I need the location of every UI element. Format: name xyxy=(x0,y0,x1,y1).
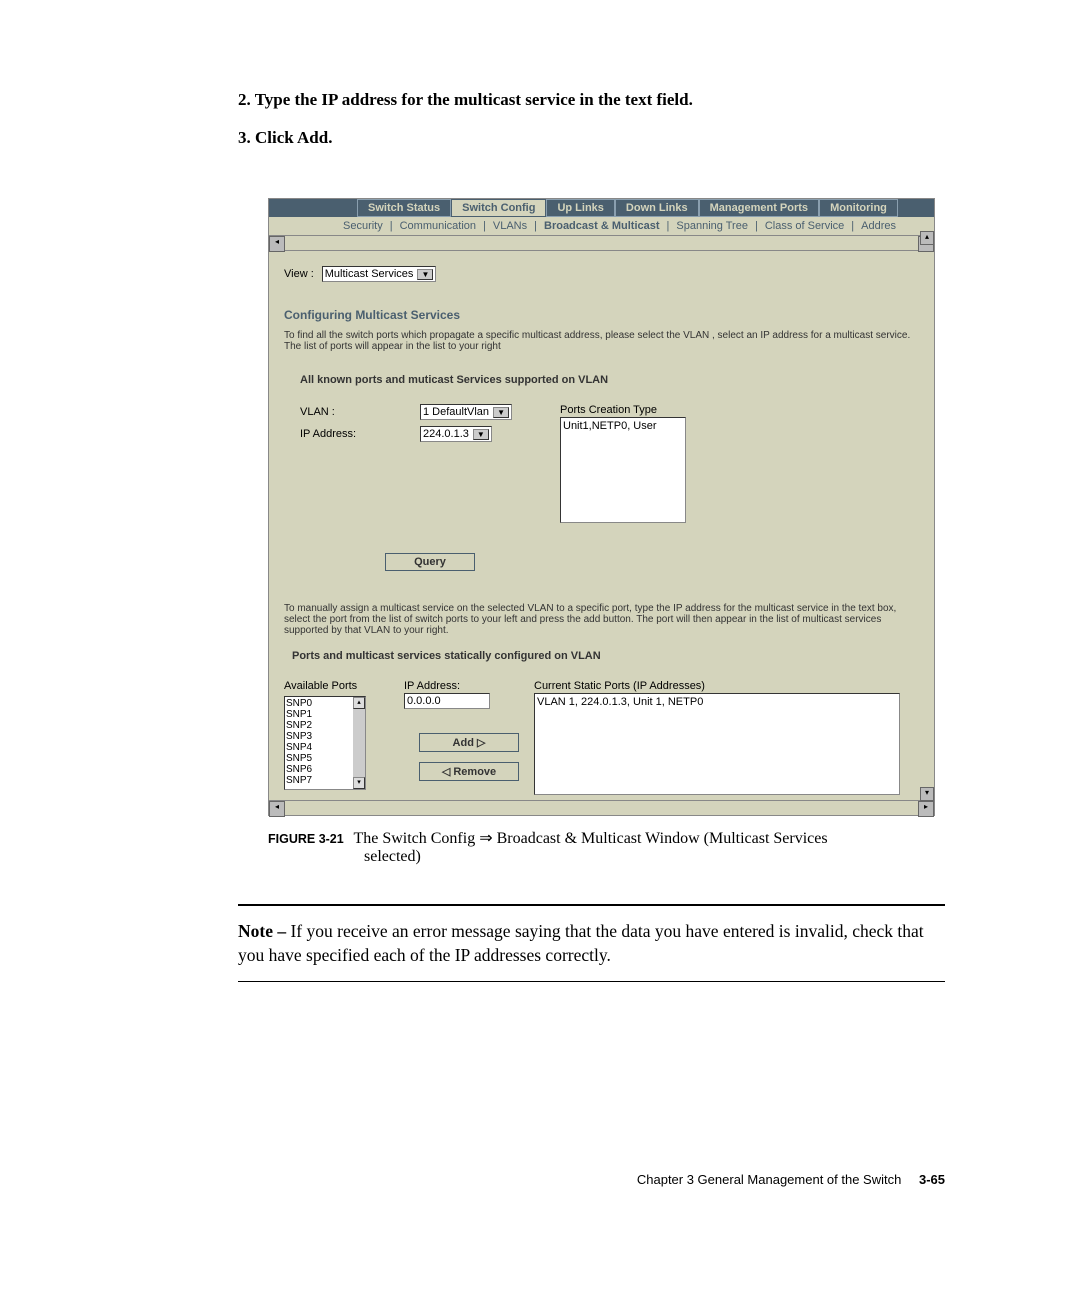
figure-text-line2: selected) xyxy=(364,848,421,866)
top-horizontal-scrollbar[interactable]: ◂ ▸ xyxy=(269,235,934,251)
chevron-down-icon: ▼ xyxy=(493,407,509,418)
tab-management-ports[interactable]: Management Ports xyxy=(699,199,819,217)
port-item[interactable]: SNP7 xyxy=(286,775,352,786)
port-item[interactable]: SNP2 xyxy=(286,720,352,731)
subtab-broadcast-multicast[interactable]: Broadcast & Multicast xyxy=(540,219,664,233)
info-text-2: To manually assign a multicast service o… xyxy=(284,603,919,636)
page-footer: Chapter 3 General Management of the Swit… xyxy=(238,1172,945,1187)
subtab-spanning-tree[interactable]: Spanning Tree xyxy=(672,219,752,233)
ip-address-label-2: IP Address: xyxy=(404,680,534,692)
port-item[interactable]: SNP3 xyxy=(286,731,352,742)
current-static-ports-listbox[interactable]: VLAN 1, 224.0.1.3, Unit 1, NETP0 xyxy=(534,693,900,795)
add-button[interactable]: Add ▷ xyxy=(419,733,519,752)
current-static-port-item: VLAN 1, 224.0.1.3, Unit 1, NETP0 xyxy=(537,696,897,708)
tab-down-links[interactable]: Down Links xyxy=(615,199,699,217)
chevron-down-icon: ▼ xyxy=(417,269,433,280)
scroll-up-icon[interactable]: ▴ xyxy=(353,697,365,709)
ip-select[interactable]: 224.0.1.3 ▼ xyxy=(420,426,492,442)
ip-address-input[interactable]: 0.0.0.0 xyxy=(404,693,490,709)
figure-text-line1: The Switch Config ⇒ Broadcast & Multicas… xyxy=(353,830,827,847)
step-3: 3. Click Add. xyxy=(238,128,945,148)
ports-creation-label: Ports Creation Type xyxy=(560,404,686,416)
scroll-left-icon[interactable]: ◂ xyxy=(269,236,285,252)
chevron-down-icon: ▼ xyxy=(473,429,489,440)
scroll-up-icon[interactable]: ▴ xyxy=(920,231,934,245)
tab-monitoring[interactable]: Monitoring xyxy=(819,199,898,217)
note-text: If you receive an error message saying t… xyxy=(238,921,924,965)
port-item[interactable]: SNP6 xyxy=(286,764,352,775)
query-button[interactable]: Query xyxy=(385,553,475,571)
current-static-ports-label: Current Static Ports (IP Addresses) xyxy=(534,680,919,692)
subheading-known-ports: All known ports and muticast Services su… xyxy=(300,374,919,386)
ports-creation-item: Unit1,NETP0, User xyxy=(563,420,683,432)
info-text-1: To find all the switch ports which propa… xyxy=(284,330,919,352)
section-title-configuring: Configuring Multicast Services xyxy=(284,308,919,322)
ip-value: 224.0.1.3 xyxy=(423,428,469,440)
top-tab-bar: Switch Status Switch Config Up Links Dow… xyxy=(269,199,934,217)
ports-creation-listbox[interactable]: Unit1,NETP0, User xyxy=(560,417,686,523)
subheading-static-ports: Ports and multicast services statically … xyxy=(292,650,919,662)
bottom-horizontal-scrollbar[interactable]: ◂ ▸ xyxy=(269,800,934,815)
page-number: 3-65 xyxy=(919,1172,945,1187)
vlan-label: VLAN : xyxy=(300,406,420,418)
tab-switch-config[interactable]: Switch Config xyxy=(451,199,546,217)
port-item[interactable]: SNP4 xyxy=(286,742,352,753)
port-item[interactable]: SNP5 xyxy=(286,753,352,764)
ip-address-label: IP Address: xyxy=(300,428,420,440)
subtab-security[interactable]: Security xyxy=(339,219,387,233)
port-list-scrollbar[interactable]: ▴ ▾ xyxy=(353,697,365,789)
tab-up-links[interactable]: Up Links xyxy=(546,199,614,217)
view-select-value: Multicast Services xyxy=(325,268,414,280)
scroll-down-icon[interactable]: ▾ xyxy=(353,777,365,789)
available-ports-listbox[interactable]: SNP0 SNP1 SNP2 SNP3 SNP4 SNP5 SNP6 SNP7 … xyxy=(284,696,366,790)
subtab-address[interactable]: Addres xyxy=(857,219,900,233)
remove-button[interactable]: ◁ Remove xyxy=(419,762,519,781)
available-ports-label: Available Ports xyxy=(284,680,404,692)
sub-tab-bar: Security| Communication| VLANs| Broadcas… xyxy=(269,217,934,235)
subtab-class-of-service[interactable]: Class of Service xyxy=(761,219,848,233)
chapter-label: Chapter 3 General Management of the Swit… xyxy=(637,1172,901,1187)
embedded-screenshot: Switch Status Switch Config Up Links Dow… xyxy=(268,198,935,816)
view-label: View : xyxy=(284,268,314,280)
tab-switch-status[interactable]: Switch Status xyxy=(357,199,451,217)
scroll-right-icon[interactable]: ▸ xyxy=(918,801,934,817)
subtab-vlans[interactable]: VLANs xyxy=(489,219,531,233)
figure-caption: FIGURE 3-21 The Switch Config ⇒ Broadcas… xyxy=(268,828,945,866)
note-prefix: Note – xyxy=(238,921,290,941)
vlan-value: 1 DefaultVlan xyxy=(423,406,489,418)
port-item[interactable]: SNP0 xyxy=(286,698,352,709)
step-2: 2. Type the IP address for the multicast… xyxy=(238,90,945,110)
port-item[interactable]: SNP1 xyxy=(286,709,352,720)
vlan-select[interactable]: 1 DefaultVlan ▼ xyxy=(420,404,512,420)
note-block: Note – If you receive an error message s… xyxy=(238,904,945,982)
subtab-communication[interactable]: Communication xyxy=(396,219,480,233)
view-select[interactable]: Multicast Services ▼ xyxy=(322,266,437,282)
scroll-left-icon[interactable]: ◂ xyxy=(269,801,285,817)
figure-number: FIGURE 3-21 xyxy=(268,832,344,846)
